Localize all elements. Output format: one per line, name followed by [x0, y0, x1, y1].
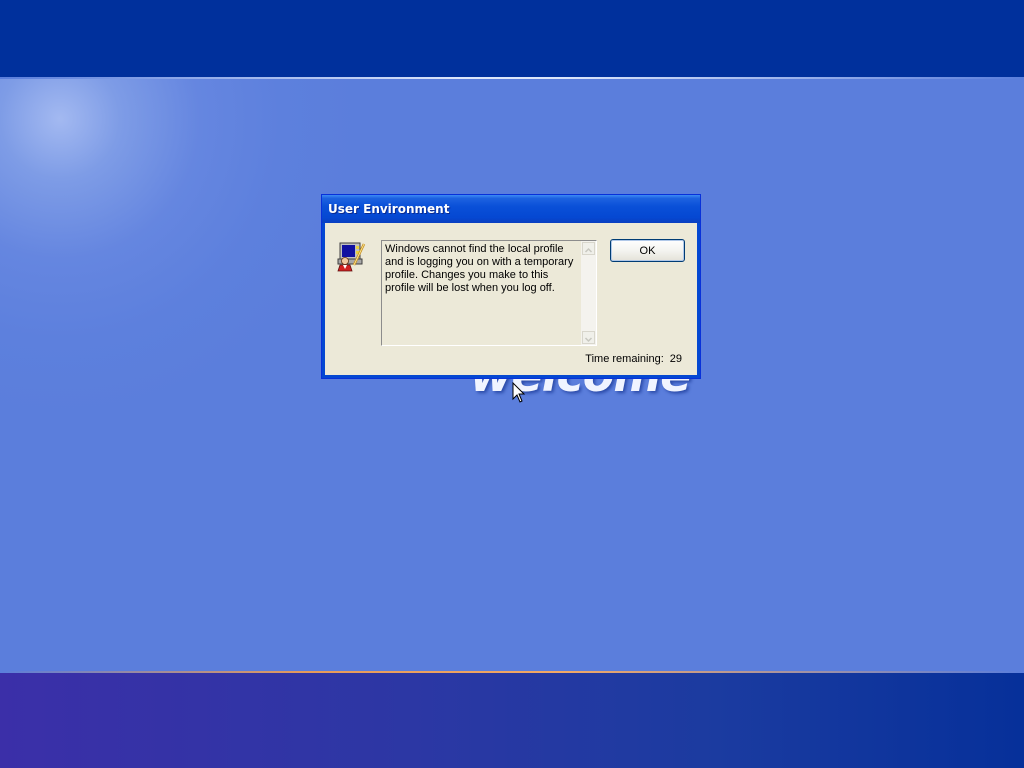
top-band	[0, 0, 1024, 77]
user-environment-dialog: User Environment Windows cannot find the…	[321, 194, 701, 379]
time-remaining-value: 29	[669, 353, 682, 365]
bottom-band	[0, 673, 1024, 768]
time-remaining-label: Time remaining:	[585, 353, 664, 365]
chevron-down-icon	[584, 337, 593, 343]
user-profile-icon	[334, 240, 366, 272]
message-text-area[interactable]: Windows cannot find the local profile an…	[381, 240, 597, 346]
logon-screen: welcome User Environment	[0, 0, 1024, 768]
dialog-body: Windows cannot find the local profile an…	[322, 223, 700, 378]
scroll-up-button[interactable]	[582, 242, 595, 255]
mouse-pointer-icon	[512, 382, 526, 403]
time-remaining: Time remaining: 29	[585, 353, 682, 365]
vertical-scrollbar[interactable]	[581, 241, 596, 345]
ok-button[interactable]: OK	[610, 239, 685, 262]
scroll-down-button[interactable]	[582, 331, 595, 344]
dialog-title-bar[interactable]: User Environment	[322, 195, 700, 223]
dialog-title: User Environment	[328, 202, 450, 216]
chevron-up-icon	[584, 247, 593, 253]
message-text: Windows cannot find the local profile an…	[385, 243, 574, 294]
